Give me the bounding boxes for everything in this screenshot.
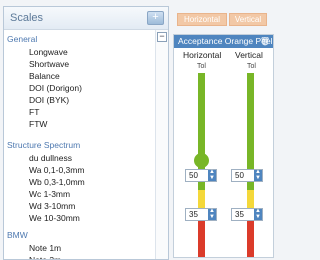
scales-header: Scales +	[4, 7, 168, 30]
trash-icon[interactable]: 🗑	[260, 35, 270, 48]
spinner-arrows-icon[interactable]: ▲ ▼	[208, 208, 216, 220]
scales-title: Scales	[10, 12, 44, 24]
scale-item[interactable]: We 10-30mm	[29, 213, 80, 223]
horizontal-upper-spinner[interactable]: 50 ▲ ▼	[185, 169, 217, 182]
scale-item[interactable]: Shortwave	[29, 59, 69, 69]
vertical-tol-label: Tol	[247, 63, 256, 70]
collapse-button[interactable]: −	[157, 32, 167, 42]
vertical-upper-value: 50	[235, 171, 244, 180]
tab-vertical[interactable]: Vertical	[229, 13, 267, 26]
scale-item[interactable]: Wd 3-10mm	[29, 201, 75, 211]
scale-item[interactable]: Longwave	[29, 47, 68, 57]
horizontal-upper-value: 50	[189, 171, 198, 180]
tab-horizontal[interactable]: Horizontal	[177, 13, 227, 26]
group-label[interactable]: Structure Spectrum	[7, 140, 80, 150]
scale-item[interactable]: Note 1m	[29, 243, 61, 253]
horizontal-lower-value: 35	[189, 210, 198, 219]
scale-item[interactable]: FT	[29, 107, 39, 117]
scale-item[interactable]: DOI (BYK)	[29, 95, 69, 105]
spinner-arrows-icon[interactable]: ▲ ▼	[208, 169, 216, 181]
horizontal-tol-knob[interactable]	[194, 153, 209, 168]
panel-header: Acceptance Orange Peel 🗑	[174, 35, 273, 48]
vertical-upper-spinner[interactable]: 50 ▲ ▼	[231, 169, 263, 182]
vertical-label: Vertical	[235, 50, 263, 60]
scales-list: General Longwave Shortwave Balance DOI (Dori…	[4, 30, 154, 259]
horizontal-tol-label: Tol	[197, 63, 206, 70]
scale-item[interactable]: Wa 0,1-0,3mm	[29, 165, 84, 175]
horizontal-lower-spinner[interactable]: 35 ▲ ▼	[185, 208, 217, 221]
scale-item[interactable]: FTW	[29, 119, 47, 129]
vertical-lower-spinner[interactable]: 35 ▲ ▼	[231, 208, 263, 221]
spinner-arrows-icon[interactable]: ▲ ▼	[254, 208, 262, 220]
scale-item[interactable]: DOI (Dorigon)	[29, 83, 82, 93]
horizontal-yellow-zone	[198, 190, 205, 208]
scale-item[interactable]: Wc 1-3mm	[29, 189, 70, 199]
horizontal-label: Horizontal	[183, 50, 222, 60]
scale-item[interactable]: Balance	[29, 71, 60, 81]
acceptance-panel: Acceptance Orange Peel 🗑 Horizontal Tol …	[173, 34, 274, 258]
vertical-lower-value: 35	[235, 210, 244, 219]
group-label[interactable]: General	[7, 34, 37, 44]
group-label[interactable]: BMW	[7, 230, 28, 240]
spinner-arrows-icon[interactable]: ▲ ▼	[254, 169, 262, 181]
add-scale-button[interactable]: +	[147, 11, 164, 25]
vertical-yellow-zone	[247, 190, 254, 208]
scrollbar[interactable]: −	[155, 30, 168, 259]
scales-panel: Scales + General Longwave Shortwave Balance…	[3, 6, 169, 260]
panel-title: Acceptance Orange Peel	[178, 36, 273, 46]
scale-item[interactable]: du dullness	[29, 153, 72, 163]
scale-item[interactable]: Wb 0,3-1,0mm	[29, 177, 85, 187]
